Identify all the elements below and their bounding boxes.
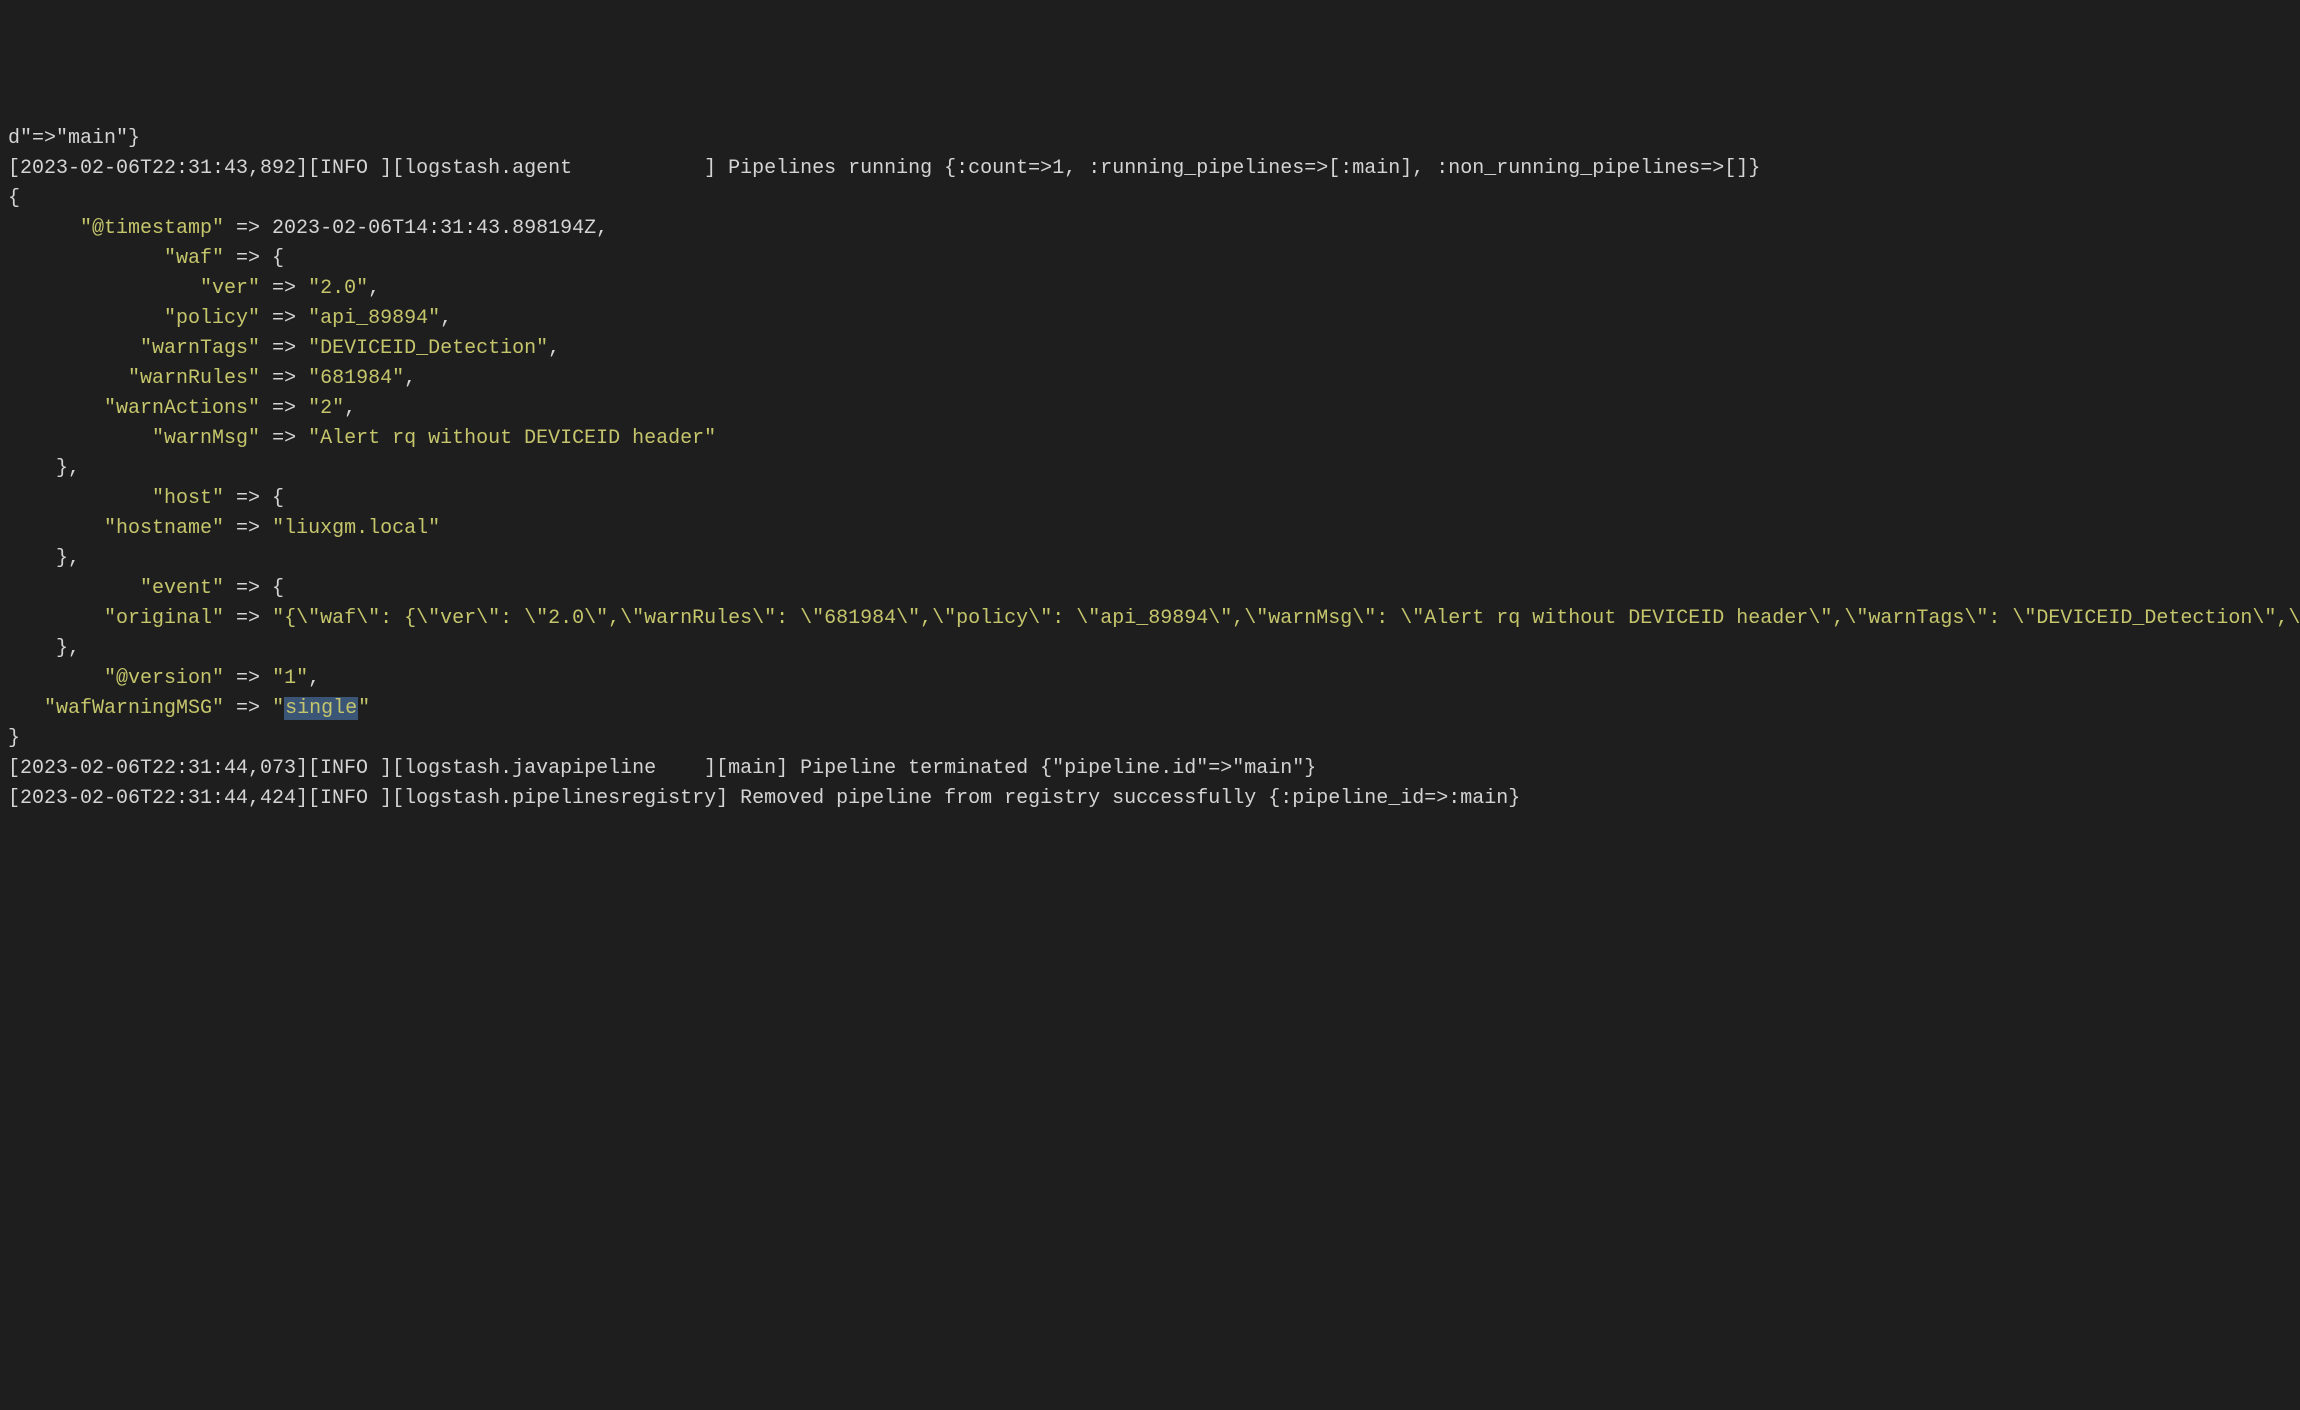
- atversion-line: "@version" => "1",: [8, 667, 320, 690]
- wafwarningmsg-line: "wafWarningMSG" => "single": [8, 697, 370, 720]
- waf-open: "waf" => {: [8, 247, 284, 270]
- event-original: "original" => "{\"waf\": {\"ver\": \"2.0…: [8, 607, 2300, 630]
- waf-ver: "ver" => "2.0",: [8, 277, 380, 300]
- host-close: },: [8, 547, 80, 570]
- event-close: },: [8, 637, 80, 660]
- log-line-pipelines-running: [2023-02-06T22:31:43,892][INFO ][logstas…: [8, 157, 1760, 180]
- json-open-brace: {: [8, 187, 20, 210]
- hostname-line: "hostname" => "liuxgm.local": [8, 517, 440, 540]
- timestamp-line: "@timestamp" => 2023-02-06T14:31:43.8981…: [8, 217, 608, 240]
- waf-warntags: "warnTags" => "DEVICEID_Detection",: [8, 337, 560, 360]
- log-line-pipeline-terminated: [2023-02-06T22:31:44,073][INFO ][logstas…: [8, 757, 1316, 780]
- terminal-output[interactable]: d"=>"main"} [2023-02-06T22:31:43,892][IN…: [8, 124, 2292, 814]
- event-open: "event" => {: [8, 577, 284, 600]
- json-close-brace: }: [8, 727, 20, 750]
- waf-close: },: [8, 457, 80, 480]
- host-open: "host" => {: [8, 487, 284, 510]
- waf-warnrules: "warnRules" => "681984",: [8, 367, 416, 390]
- log-line-prior: d"=>"main"}: [8, 127, 140, 150]
- log-line-removed-pipeline: [2023-02-06T22:31:44,424][INFO ][logstas…: [8, 787, 1520, 810]
- highlighted-selection: single: [284, 697, 358, 720]
- waf-policy: "policy" => "api_89894",: [8, 307, 452, 330]
- waf-warnactions: "warnActions" => "2",: [8, 397, 356, 420]
- waf-warnmsg: "warnMsg" => "Alert rq without DEVICEID …: [8, 427, 716, 450]
